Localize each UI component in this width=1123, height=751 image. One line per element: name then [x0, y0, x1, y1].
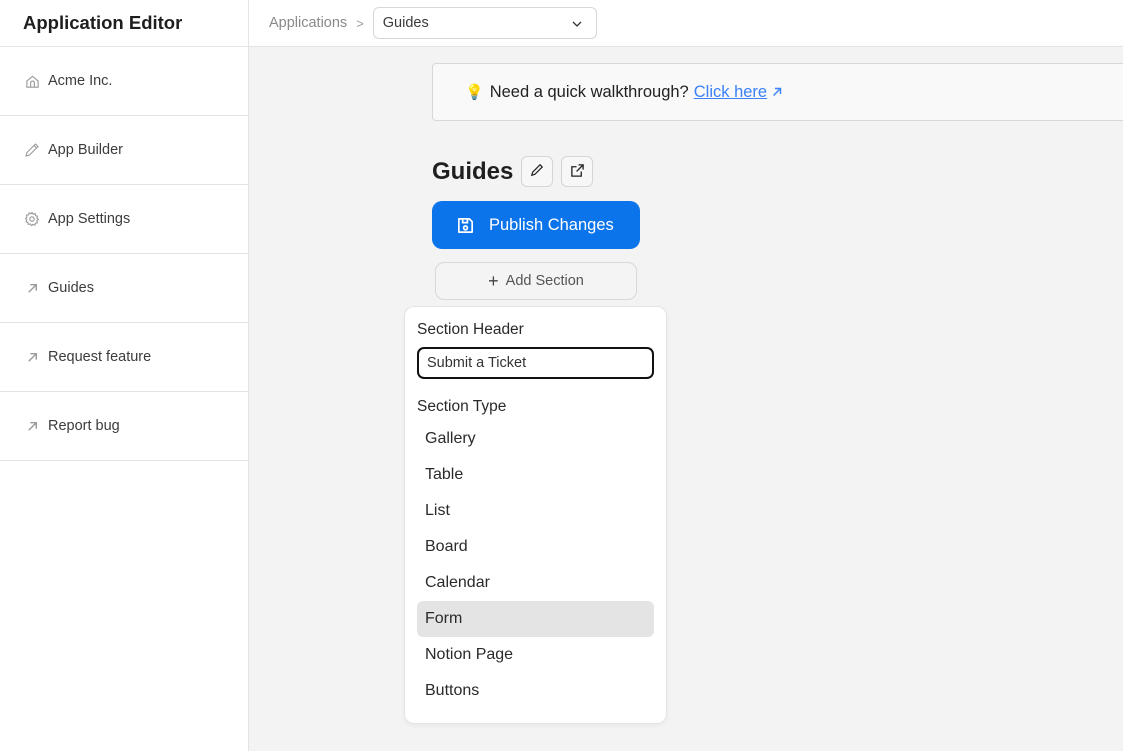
- plus-icon: +: [488, 271, 499, 291]
- sidebar: Application Editor Acme Inc. App Builder…: [0, 0, 249, 751]
- sidebar-item-app-builder[interactable]: App Builder: [0, 116, 248, 185]
- section-type-list: Gallery Table List Board Calendar Form N…: [417, 421, 654, 709]
- app-select-value: Guides: [382, 15, 429, 31]
- section-type-option[interactable]: Buttons: [417, 673, 654, 709]
- section-type-option[interactable]: Notion Page: [417, 637, 654, 673]
- external-arrow-icon[interactable]: [771, 86, 783, 98]
- page-title: Guides: [432, 157, 514, 185]
- external-arrow-icon: [23, 417, 41, 435]
- lightbulb-icon: 💡: [465, 84, 484, 101]
- section-type-option[interactable]: Table: [417, 457, 654, 493]
- sidebar-item-report-bug[interactable]: Report bug: [0, 392, 248, 461]
- external-arrow-icon: [23, 279, 41, 297]
- sidebar-item-label: Report bug: [48, 418, 120, 434]
- breadcrumb-applications[interactable]: Applications: [269, 15, 347, 31]
- section-type-option-selected[interactable]: Form: [417, 601, 654, 637]
- sidebar-item-acme-inc[interactable]: Acme Inc.: [0, 47, 248, 116]
- breadcrumb-chevron-icon: >: [356, 15, 364, 31]
- pencil-icon: [23, 141, 41, 159]
- publish-changes-button[interactable]: Publish Changes: [432, 201, 640, 249]
- gear-icon: [23, 210, 41, 228]
- section-header-input[interactable]: [417, 347, 654, 379]
- external-arrow-icon: [23, 348, 41, 366]
- banner-text: Need a quick walkthrough?: [489, 82, 689, 101]
- add-section-button[interactable]: + Add Section: [435, 262, 637, 300]
- publish-changes-label: Publish Changes: [489, 215, 614, 234]
- sidebar-title: Application Editor: [0, 0, 248, 47]
- edit-title-button[interactable]: [521, 156, 554, 187]
- sidebar-item-label: Guides: [48, 280, 94, 296]
- section-type-label: Section Type: [417, 398, 507, 415]
- open-external-button[interactable]: [561, 156, 594, 187]
- sidebar-item-guides[interactable]: Guides: [0, 254, 248, 323]
- add-section-popover: Section Header Section Type Gallery Tabl…: [405, 307, 666, 723]
- section-type-option[interactable]: Gallery: [417, 421, 654, 457]
- home-icon: [23, 72, 41, 90]
- sidebar-item-app-settings[interactable]: App Settings: [0, 185, 248, 254]
- section-header-label: Section Header: [417, 321, 524, 338]
- save-icon: [456, 216, 475, 235]
- walkthrough-banner: 💡 Need a quick walkthrough? Click here: [432, 63, 1123, 121]
- sidebar-item-request-feature[interactable]: Request feature: [0, 323, 248, 392]
- chevron-down-icon: [572, 15, 582, 31]
- section-type-option[interactable]: Board: [417, 529, 654, 565]
- sidebar-item-label: App Builder: [48, 142, 123, 158]
- sidebar-item-label: App Settings: [48, 211, 131, 227]
- section-type-option[interactable]: List: [417, 493, 654, 529]
- app-select-dropdown[interactable]: Guides: [372, 7, 597, 39]
- pencil-icon: [530, 163, 544, 180]
- sidebar-item-label: Acme Inc.: [48, 73, 113, 89]
- page-title-row: Guides: [432, 156, 594, 187]
- topbar: Applications > Guides: [249, 0, 1123, 47]
- sidebar-item-label: Request feature: [48, 349, 152, 365]
- add-section-label: Add Section: [505, 273, 584, 289]
- external-link-icon: [570, 163, 585, 181]
- section-type-option[interactable]: Calendar: [417, 565, 654, 601]
- walkthrough-link[interactable]: Click here: [694, 83, 767, 102]
